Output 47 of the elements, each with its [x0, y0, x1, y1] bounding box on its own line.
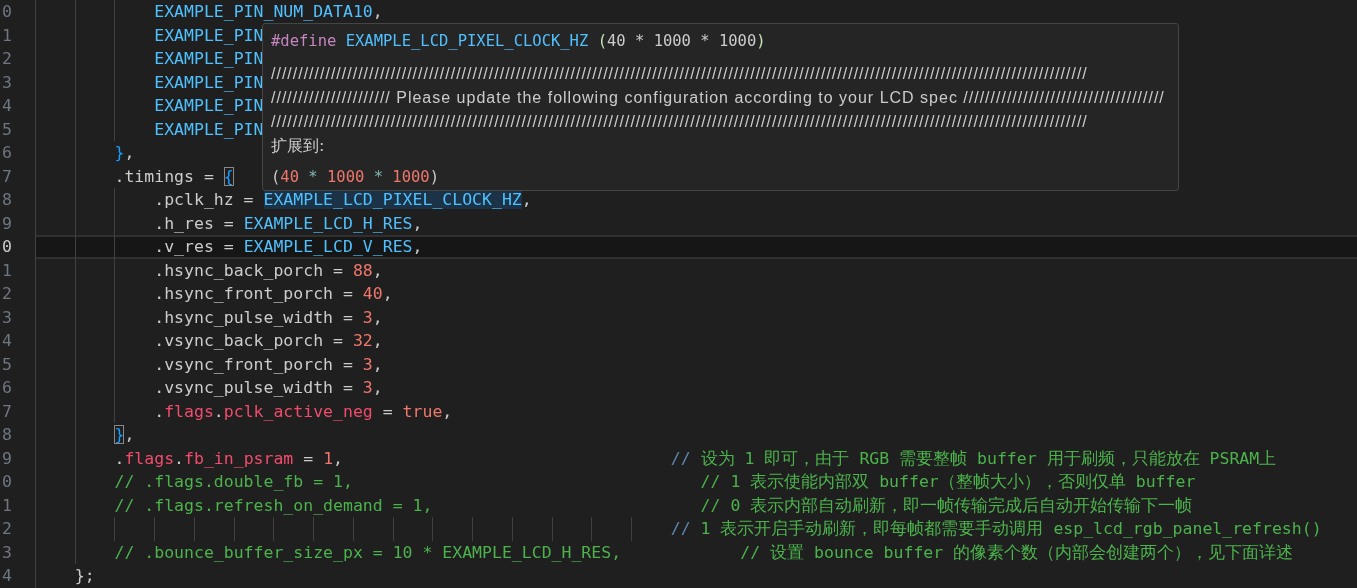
code-line: // 1 表示开启手动刷新，即每帧都需要手动调用 esp_lcd_rgb_panel_refresh(): [35, 517, 1357, 541]
code-line: // .flags.double_fb = 1, // 1 表示使能内部双 buffer（整帧大小），否则仅单 buffer: [35, 470, 1357, 494]
line-number: 3: [1, 71, 13, 94]
code-line: .h_res = EXAMPLE_LCD_H_RES,: [35, 211, 1357, 235]
line-number: 3: [1, 541, 13, 564]
line-number: 3: [1, 306, 13, 329]
code-line: .flags.fb_in_psram = 1, // 设为 1 即可，由于 RGB 需要整帧 buffer 用于刷频，只能放在 PSRAM上: [35, 446, 1357, 470]
line-number: 9: [1, 447, 13, 470]
expansion-label: 扩展到:: [271, 135, 326, 157]
line-number: 8: [1, 189, 13, 211]
line-number: 6: [1, 142, 13, 164]
line-number: 9: [1, 212, 13, 235]
code-line: .hsync_pulse_width = 3,: [35, 305, 1357, 329]
code-line: // .bounce_buffer_size_px = 10 * EXAMPLE_LCD_H_RES, // 设置 bounce buffer 的像素个数（内部会创建两个），见下面详述: [35, 540, 1357, 564]
code-line: .vsync_pulse_width = 3,: [35, 376, 1357, 400]
code-line: .hsync_front_porch = 40,: [35, 282, 1357, 306]
line-number: 6: [1, 377, 13, 399]
line-number: 8: [1, 424, 13, 446]
line-number: 4: [1, 95, 13, 117]
code-line: .vsync_front_porch = 3,: [35, 352, 1357, 376]
line-number: 0: [1, 236, 13, 258]
macro-expansion: (40 * 1000 * 1000): [271, 167, 440, 188]
line-number: 1: [1, 494, 13, 517]
line-number: 1: [1, 24, 13, 47]
line-number: 4: [1, 330, 13, 352]
macro-signature: #define EXAMPLE_LCD_PIXEL_CLOCK_HZ (40 * 1000 * 1000): [271, 31, 767, 52]
doc-comment-line: //////////////////////////////////////////////////////////////////////////////////////////////////////////////////////////////////////////////////////: [271, 64, 1089, 84]
line-number: 7: [1, 400, 13, 423]
line-number: 2: [1, 48, 13, 70]
line-number: 2: [1, 283, 13, 305]
code-line: .flags.pclk_active_neg = true,: [35, 399, 1357, 423]
code-line: .hsync_back_porch = 88,: [35, 258, 1357, 282]
line-number: 1: [1, 259, 13, 282]
line-number: 4: [1, 565, 13, 587]
doc-comment-line: ////////////////////// Please update the following configuration according to your LCD spec /////////////////////////////////////: [271, 88, 1166, 108]
line-number: 2: [1, 518, 13, 540]
code-line: },: [35, 423, 1357, 447]
line-number: 0: [1, 471, 13, 493]
code-line: };: [35, 564, 1357, 588]
code-line: // .flags.refresh_on_demand = 1, // 0 表示内部自动刷新，即一帧传输完成后自动开始传输下一帧: [35, 493, 1357, 517]
line-number: 7: [1, 165, 13, 188]
code-line: EXAMPLE_PIN_NUM_DATA10,: [35, 0, 1357, 24]
line-number: 5: [1, 353, 13, 376]
doc-comment-line: //////////////////////////////////////////////////////////////////////////////////////////////////////////////////////////////////////////////////////: [271, 112, 1089, 132]
line-number: 5: [1, 118, 13, 141]
code-line: .vsync_back_porch = 32,: [35, 329, 1357, 353]
line-number: 0: [1, 1, 13, 23]
